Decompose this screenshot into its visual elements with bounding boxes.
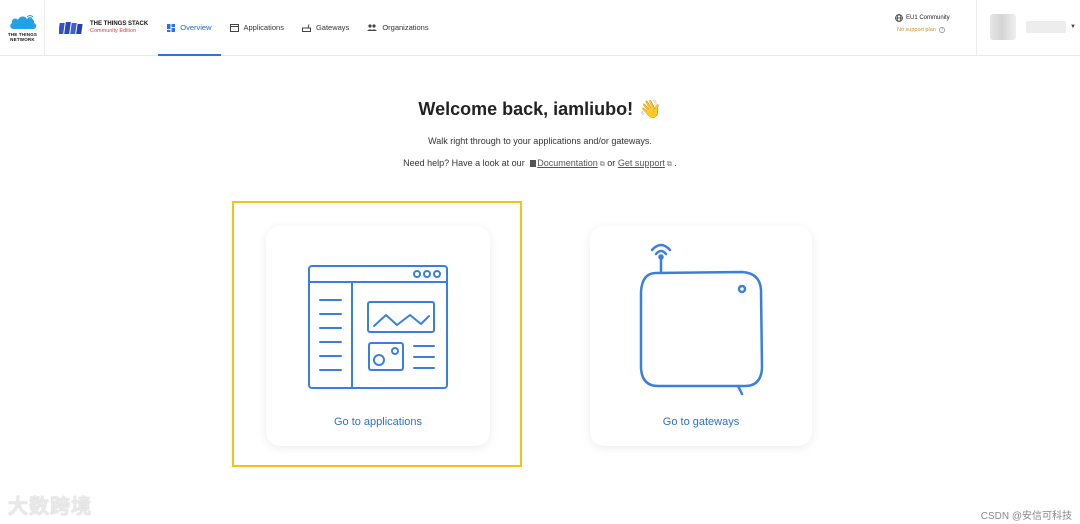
watermark-right: CSDN @安信可科技 bbox=[980, 511, 1072, 522]
help-or: or bbox=[607, 158, 616, 168]
nav-applications[interactable]: Applications bbox=[221, 0, 293, 55]
nav-applications-label: Applications bbox=[243, 23, 284, 32]
book-icon bbox=[530, 160, 537, 167]
top-header: THE THINGS NETWORK THE THINGS STACK Comm… bbox=[0, 0, 1080, 56]
nav-overview-label: Overview bbox=[180, 23, 212, 32]
stack-logo[interactable]: THE THINGS STACK Community Edition bbox=[45, 0, 158, 55]
avatar bbox=[990, 14, 1016, 40]
cluster-name: EU1 Community bbox=[906, 15, 950, 21]
get-support-link[interactable]: Get support bbox=[618, 158, 665, 168]
waving-hand-icon: 👋 bbox=[639, 99, 662, 119]
documentation-link[interactable]: Documentation bbox=[537, 158, 598, 168]
go-to-gateways-link[interactable]: Go to gateways bbox=[590, 416, 812, 428]
stack-title: THE THINGS STACK bbox=[90, 21, 149, 27]
nav-overview[interactable]: Overview bbox=[158, 0, 221, 56]
nav-gateways[interactable]: Gateways bbox=[293, 0, 358, 55]
welcome-text: Welcome back, iamliubo! bbox=[418, 99, 634, 119]
nav-organizations[interactable]: Organizations bbox=[358, 0, 437, 55]
header-divider bbox=[976, 0, 977, 55]
gateways-card[interactable]: Go to gateways bbox=[590, 226, 812, 446]
support-plan[interactable]: No support plan bbox=[897, 27, 936, 33]
nav-organizations-label: Organizations bbox=[382, 23, 429, 32]
applications-card[interactable]: Go to applications bbox=[266, 226, 490, 446]
external-link-icon: ⧉ bbox=[599, 161, 605, 168]
stack-edition: Community Edition bbox=[90, 28, 137, 34]
nav-gateways-label: Gateways bbox=[315, 23, 350, 32]
application-window-icon bbox=[308, 265, 448, 389]
books-icon bbox=[59, 21, 83, 34]
external-link-icon: ⧉ bbox=[666, 161, 672, 168]
cloud-icon bbox=[9, 14, 36, 29]
username-blurred bbox=[1026, 21, 1066, 33]
main-nav: Overview Applications Gateways Organizat… bbox=[158, 0, 437, 56]
watermark-left: 大数跨境 bbox=[8, 496, 92, 518]
help-line: Need help? Have a look at our Documentat… bbox=[0, 158, 1080, 169]
gateway-device-icon bbox=[639, 243, 764, 396]
help-period: . bbox=[674, 158, 677, 168]
globe-icon bbox=[895, 14, 903, 22]
caret-down-icon: ▼ bbox=[1070, 24, 1076, 30]
window-icon bbox=[229, 23, 239, 32]
svg-text:?: ? bbox=[941, 28, 943, 33]
ttn-logo[interactable]: THE THINGS NETWORK bbox=[1, 0, 45, 55]
router-icon bbox=[301, 23, 311, 32]
ttn-logo-text: THE THINGS NETWORK bbox=[7, 31, 38, 42]
help-prefix: Need help? Have a look at our bbox=[403, 158, 525, 168]
profile-dropdown[interactable]: ▼ bbox=[990, 14, 1076, 40]
people-icon bbox=[367, 23, 378, 32]
dashboard-icon bbox=[167, 23, 176, 32]
go-to-applications-link[interactable]: Go to applications bbox=[266, 416, 490, 428]
subtitle: Walk right through to your applications … bbox=[428, 136, 652, 146]
cluster-selector[interactable]: EU1 Community No support plan ? bbox=[884, 14, 974, 33]
help-icon: ? bbox=[938, 27, 945, 33]
page-title: Welcome back, iamliubo! 👋 bbox=[0, 99, 1080, 120]
